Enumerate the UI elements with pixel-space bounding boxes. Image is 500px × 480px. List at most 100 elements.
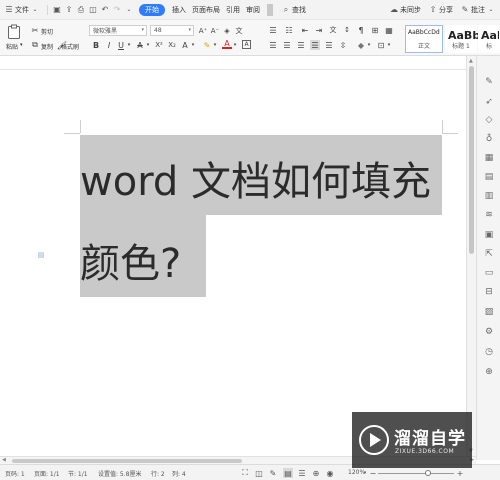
- horizontal-ruler[interactable]: [0, 56, 466, 70]
- share-icon[interactable]: ⇱: [483, 248, 495, 260]
- chart-icon[interactable]: ▥: [483, 190, 495, 202]
- font-name-select[interactable]: 微软雅黑 ▾: [89, 25, 147, 36]
- numbered-list-icon[interactable]: ☷: [284, 25, 294, 35]
- page-view-icon[interactable]: ▤: [283, 468, 293, 478]
- read-mode-icon[interactable]: ◫: [254, 468, 264, 478]
- zoom-slider[interactable]: [378, 473, 454, 474]
- scroll-up-icon[interactable]: ▲: [469, 58, 473, 64]
- save-icon[interactable]: ▣: [52, 5, 62, 15]
- shading-icon[interactable]: ▦: [384, 25, 394, 35]
- chevron-down-icon[interactable]: ⌄: [124, 5, 134, 15]
- document-workspace[interactable]: word 文档如何填充 颜色? ▤: [0, 56, 466, 456]
- document-line-2[interactable]: 颜色?: [80, 231, 181, 289]
- chevron-down-icon[interactable]: ▾: [20, 42, 23, 48]
- subscript-icon[interactable]: X₂: [167, 40, 177, 50]
- style-normal[interactable]: AaBbCcDd 正文: [405, 25, 443, 53]
- grow-font-icon[interactable]: A⁺: [198, 26, 208, 36]
- sync-button[interactable]: ☁ 未同步: [385, 0, 424, 20]
- select-icon[interactable]: ➶: [483, 96, 495, 108]
- copy-label[interactable]: 复制: [41, 42, 53, 51]
- pen-icon[interactable]: ✎: [483, 76, 495, 88]
- style-icon[interactable]: ♁: [483, 133, 495, 145]
- char-border-icon[interactable]: A: [242, 40, 251, 49]
- italic-icon[interactable]: I: [104, 40, 114, 50]
- tab-references[interactable]: 引用: [223, 0, 243, 20]
- settings-icon[interactable]: ⚙: [483, 326, 495, 338]
- chevron-down-icon[interactable]: ▾: [210, 40, 220, 50]
- shrink-font-icon[interactable]: A⁻: [210, 26, 220, 36]
- outline-view-icon[interactable]: ☰: [297, 468, 307, 478]
- bold-icon[interactable]: B: [91, 40, 101, 50]
- style-heading-1[interactable]: AaBb 标题 1: [445, 25, 480, 53]
- export-icon[interactable]: ⇪: [64, 5, 74, 15]
- align-right-icon[interactable]: ☰: [296, 40, 306, 50]
- status-col[interactable]: 列: 4: [172, 469, 186, 478]
- superscript-icon[interactable]: X²: [154, 40, 164, 50]
- chevron-down-icon[interactable]: ▾: [143, 40, 153, 50]
- chevron-down-icon[interactable]: ▾: [188, 40, 198, 50]
- history-icon[interactable]: ◷: [483, 346, 495, 358]
- decrease-indent-icon[interactable]: ⇤: [300, 25, 310, 35]
- paragraph-marker-icon[interactable]: ▤: [36, 250, 46, 260]
- status-section[interactable]: 节: 1/1: [68, 469, 88, 478]
- file-menu[interactable]: ☰ 文件 ⌄: [0, 0, 44, 20]
- status-row[interactable]: 行: 2: [151, 469, 165, 478]
- chevron-down-icon[interactable]: ▾: [384, 40, 394, 50]
- justify-icon[interactable]: ☰: [310, 40, 320, 50]
- document-icon[interactable]: ▭: [483, 267, 495, 279]
- chevron-down-icon[interactable]: ▾: [230, 40, 240, 50]
- phonetic-icon[interactable]: 文: [234, 26, 244, 36]
- show-marks-icon[interactable]: ¶: [356, 25, 366, 35]
- chinese-layout-icon[interactable]: 文: [328, 25, 338, 35]
- paste-button[interactable]: [6, 23, 22, 39]
- font-size-select[interactable]: 48 ▾: [150, 25, 194, 36]
- chevron-down-icon[interactable]: ▾: [364, 40, 374, 50]
- web-view-icon[interactable]: ⊕: [311, 468, 321, 478]
- fit-icon[interactable]: ⛶: [240, 468, 250, 478]
- scroll-thumb[interactable]: [12, 459, 242, 463]
- format-painter-label[interactable]: 格式刷: [61, 42, 79, 51]
- search-button[interactable]: ⌕ 查找: [277, 0, 309, 20]
- bullet-list-icon[interactable]: ☰: [268, 25, 278, 35]
- tab-page-layout[interactable]: 页面布局: [189, 0, 223, 20]
- edit-icon[interactable]: ✎: [268, 468, 278, 478]
- status-page[interactable]: 页码: 1: [5, 469, 25, 478]
- redo-icon[interactable]: ↷: [112, 5, 122, 15]
- distribute-icon[interactable]: ☰: [324, 40, 334, 50]
- copy-icon[interactable]: ⧉: [30, 40, 40, 50]
- scissors-icon[interactable]: ✂: [30, 25, 40, 35]
- line-spacing-icon[interactable]: ⇳: [338, 40, 348, 50]
- tab-home[interactable]: 开始: [139, 3, 165, 16]
- print-icon[interactable]: ⎙: [76, 5, 86, 15]
- print-preview-icon[interactable]: ◫: [88, 5, 98, 15]
- share-button[interactable]: ⇧ 分享: [424, 0, 456, 20]
- clear-format-icon[interactable]: ◈: [222, 26, 232, 36]
- increase-indent-icon[interactable]: ⇥: [314, 25, 324, 35]
- image-icon[interactable]: ▨: [483, 306, 495, 318]
- scroll-left-icon[interactable]: ◀: [2, 457, 6, 463]
- layout-icon[interactable]: ▤: [483, 171, 495, 183]
- status-pages[interactable]: 页面: 1/1: [34, 469, 60, 478]
- table-icon[interactable]: ⊞: [370, 25, 380, 35]
- tab-review[interactable]: 审阅: [243, 0, 263, 20]
- tab-scroll-button[interactable]: [267, 3, 273, 16]
- table-icon[interactable]: ▦: [483, 152, 495, 164]
- status-position[interactable]: 设置值: 5.8厘米: [98, 469, 141, 478]
- vertical-scrollbar[interactable]: ▲ ▼: [466, 56, 476, 456]
- undo-icon[interactable]: ↶: [100, 5, 110, 15]
- cut-label[interactable]: 剪切: [41, 27, 53, 36]
- chevron-down-icon[interactable]: ▾: [124, 40, 134, 50]
- scroll-thumb[interactable]: [469, 66, 474, 254]
- adjust-icon[interactable]: ≋: [483, 209, 495, 221]
- style-heading-2[interactable]: AaB 标: [478, 25, 500, 53]
- annotate-button[interactable]: ✎ 批注 ⌄: [456, 0, 500, 20]
- insert-icon[interactable]: ⊟: [483, 286, 495, 298]
- outline-icon[interactable]: ▣: [483, 229, 495, 241]
- document-line-1[interactable]: word 文档如何填充: [80, 149, 431, 207]
- tab-insert[interactable]: 插入: [169, 0, 189, 20]
- align-center-icon[interactable]: ☰: [282, 40, 292, 50]
- zoom-slider-knob[interactable]: [425, 470, 432, 476]
- zoom-in-icon[interactable]: +: [455, 468, 465, 478]
- align-left-icon[interactable]: ☰: [268, 40, 278, 50]
- shape-icon[interactable]: ◇: [483, 114, 495, 126]
